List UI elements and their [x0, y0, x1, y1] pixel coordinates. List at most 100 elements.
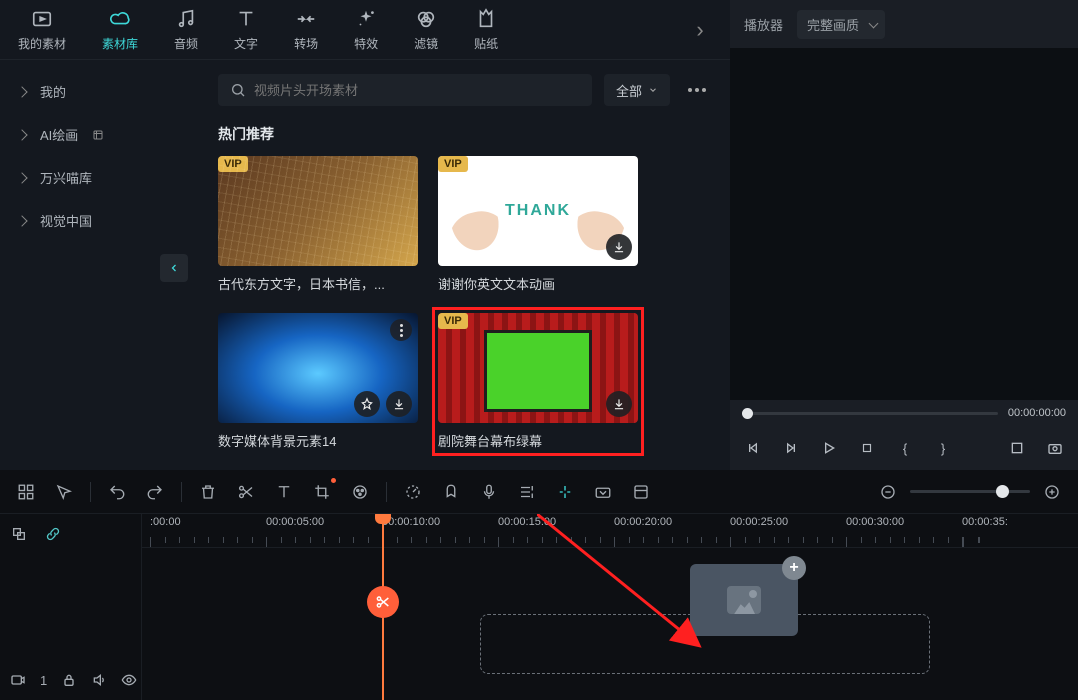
player-label: 播放器 — [744, 15, 783, 34]
player-progress[interactable]: 00:00:00:00 — [730, 400, 1078, 426]
sparkle-icon — [354, 7, 378, 31]
track-count: 1 — [40, 673, 47, 688]
visibility-button[interactable] — [121, 671, 137, 689]
media-panel: 我的素材 素材库 音频 文字 转场 特效 滤镜 贴纸 › 我的 AI绘画 万兴喵… — [0, 0, 730, 470]
chevron-right-icon — [16, 86, 27, 97]
next-frame-button[interactable] — [780, 437, 802, 459]
player-viewport[interactable] — [730, 48, 1078, 400]
favorite-button[interactable] — [354, 391, 380, 417]
voice-button[interactable] — [477, 480, 501, 504]
mark-out-button[interactable]: } — [932, 437, 954, 459]
tab-stock-media[interactable]: 素材库 — [102, 7, 138, 52]
timeline-tracks[interactable]: :00:00 00:00:05:00 00:00:10:00 00:00:15:… — [142, 514, 1078, 700]
sidebar-item-wxmiao[interactable]: 万兴喵库 — [0, 156, 200, 199]
zoom-slider[interactable] — [910, 490, 1030, 493]
color-tool-button[interactable] — [348, 480, 372, 504]
speed-button[interactable] — [401, 480, 425, 504]
snapshot-button[interactable] — [1044, 437, 1066, 459]
drag-preview[interactable]: + — [690, 564, 798, 636]
media-grid: VIP 古代东方文字，日本书信，... VIP THANK 谢谢你英文文本动画 — [218, 156, 712, 450]
quality-dropdown[interactable]: 完整画质 — [797, 10, 885, 39]
thumbnail: VIP THANK — [438, 156, 638, 266]
search-icon — [230, 82, 246, 98]
card-menu-button[interactable] — [390, 319, 412, 341]
add-track-button[interactable] — [14, 480, 38, 504]
download-button[interactable] — [386, 391, 412, 417]
zoom-control — [876, 480, 1064, 504]
crop-button[interactable] — [1006, 437, 1028, 459]
lock-button[interactable] — [61, 671, 77, 689]
media-card[interactable]: VIP 剧院舞台幕布绿幕 — [438, 313, 638, 450]
tab-audio[interactable]: 音频 — [174, 7, 198, 52]
mark-in-button[interactable]: { — [894, 437, 916, 459]
stop-button[interactable] — [856, 437, 878, 459]
zoom-out-button[interactable] — [876, 480, 900, 504]
filter-icon — [414, 7, 438, 31]
image-icon — [727, 586, 761, 614]
media-card[interactable]: 数字媒体背景元素14 — [218, 313, 418, 450]
cut-button[interactable] — [367, 586, 399, 618]
delete-button[interactable] — [196, 480, 220, 504]
filter-dropdown[interactable]: 全部 — [604, 74, 670, 106]
more-options-button[interactable] — [682, 88, 712, 92]
media-icon — [30, 7, 54, 31]
chain-button[interactable] — [44, 525, 62, 543]
zoom-in-button[interactable] — [1040, 480, 1064, 504]
timeline-toolbar — [0, 470, 1078, 514]
add-icon: + — [782, 556, 806, 580]
cloud-icon — [108, 7, 132, 31]
music-icon — [174, 7, 198, 31]
chevron-down-icon — [648, 85, 658, 95]
play-button[interactable] — [818, 437, 840, 459]
link-button[interactable] — [591, 480, 615, 504]
vip-badge: VIP — [218, 156, 248, 172]
transition-icon — [294, 7, 318, 31]
mute-button[interactable] — [91, 671, 107, 689]
prev-frame-button[interactable] — [742, 437, 764, 459]
sidebar-item-ai[interactable]: AI绘画 — [0, 113, 200, 156]
tab-filters[interactable]: 滤镜 — [414, 7, 438, 52]
vip-badge: VIP — [438, 313, 468, 329]
marker-button[interactable] — [439, 480, 463, 504]
selection-tool-button[interactable] — [52, 480, 76, 504]
timeline-ruler[interactable]: :00:00 00:00:05:00 00:00:10:00 00:00:15:… — [142, 514, 1078, 548]
tab-effects[interactable]: 特效 — [354, 7, 378, 52]
text-tool-button[interactable] — [272, 480, 296, 504]
audio-tool-button[interactable] — [515, 480, 539, 504]
track-header: 1 — [0, 514, 142, 700]
chevron-right-icon — [16, 129, 27, 140]
redo-button[interactable] — [143, 480, 167, 504]
player-controls: { } — [730, 426, 1078, 470]
tab-stickers[interactable]: 贴纸 — [474, 7, 498, 52]
chevron-right-icon — [16, 172, 27, 183]
tab-transition[interactable]: 转场 — [294, 7, 318, 52]
media-card[interactable]: VIP 古代东方文字，日本书信，... — [218, 156, 418, 293]
video-track-icon[interactable] — [10, 671, 26, 689]
timeline-area: 1 :00:00 00:00:05:00 00:00:10:00 00:00:1… — [0, 470, 1078, 700]
sidebar-collapse-button[interactable] — [160, 254, 188, 282]
search-input[interactable] — [218, 74, 592, 106]
thumbnail: VIP — [438, 313, 638, 423]
download-button[interactable] — [606, 391, 632, 417]
layers-button[interactable] — [10, 525, 28, 543]
adjustment-button[interactable] — [629, 480, 653, 504]
content-area: 全部 热门推荐 VIP 古代东方文字，日本书信，... VIP — [200, 60, 730, 470]
text-icon — [234, 7, 258, 31]
crop-tool-button[interactable] — [310, 480, 334, 504]
tab-text[interactable]: 文字 — [234, 7, 258, 52]
snap-button[interactable] — [553, 480, 577, 504]
chevron-right-icon — [16, 215, 27, 226]
undo-button[interactable] — [105, 480, 129, 504]
playhead[interactable] — [382, 514, 384, 700]
media-card[interactable]: VIP THANK 谢谢你英文文本动画 — [438, 156, 638, 293]
download-button[interactable] — [606, 234, 632, 260]
tabs-more-button[interactable]: › — [688, 18, 712, 42]
player-panel: 播放器 完整画质 00:00:00:00 { } — [730, 0, 1078, 470]
thumbnail: VIP — [218, 156, 418, 266]
sidebar-item-vcg[interactable]: 视觉中国 — [0, 199, 200, 242]
player-time: 00:00:00:00 — [1008, 407, 1066, 419]
tab-my-media[interactable]: 我的素材 — [18, 7, 66, 52]
split-button[interactable] — [234, 480, 258, 504]
sidebar-item-mine[interactable]: 我的 — [0, 70, 200, 113]
thumbnail — [218, 313, 418, 423]
